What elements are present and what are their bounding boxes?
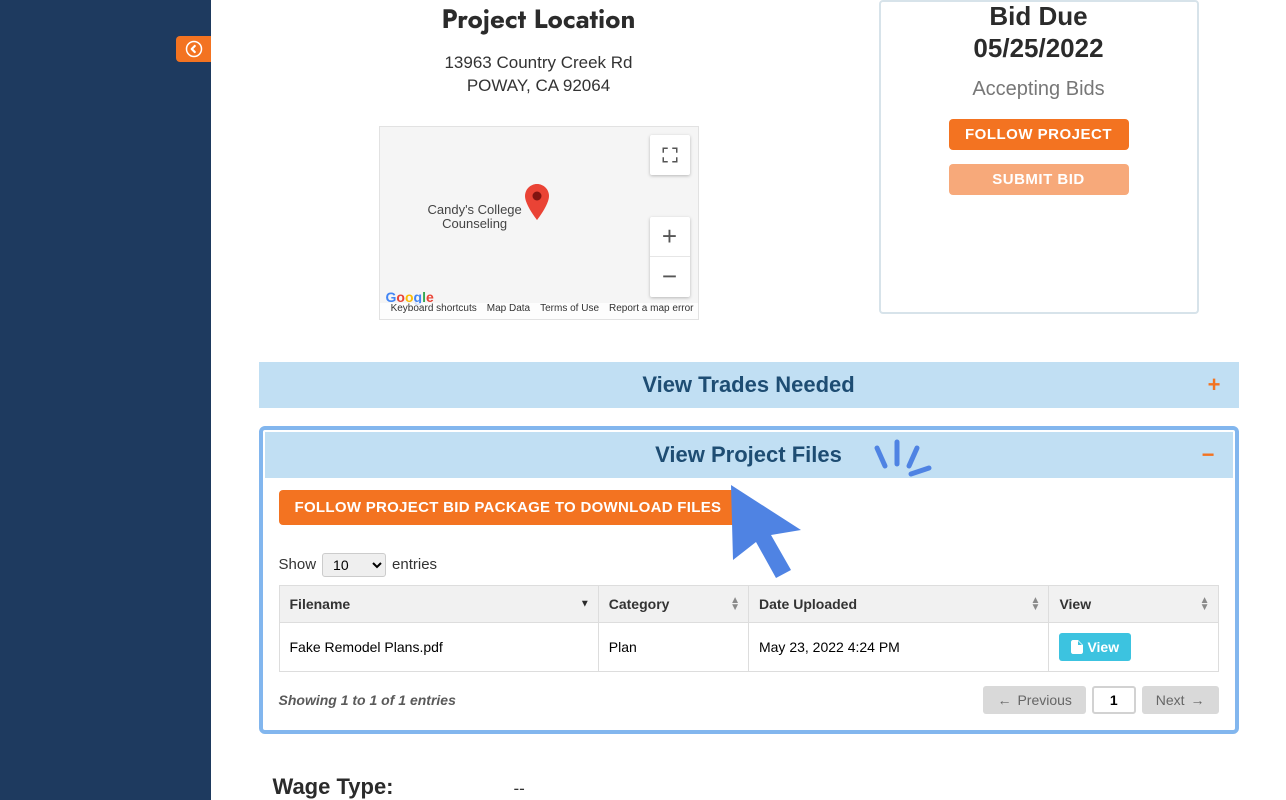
map-report-link[interactable]: Report a map error xyxy=(609,303,693,319)
col-date-uploaded[interactable]: Date Uploaded ▲▼ xyxy=(748,585,1048,622)
project-files-table: Filename ▼ Category ▲▼ Date Uploaded ▲▼ xyxy=(279,585,1219,672)
project-location-heading: Project Location xyxy=(259,0,819,38)
fullscreen-icon xyxy=(661,146,679,164)
view-trades-needed-label: View Trades Needed xyxy=(642,372,854,398)
pagination: ← Previous 1 Next → xyxy=(983,686,1218,714)
sort-icon: ▲▼ xyxy=(1031,597,1041,611)
bid-status: Accepting Bids xyxy=(901,78,1177,101)
minus-icon: − xyxy=(1202,442,1215,468)
cell-category: Plan xyxy=(598,622,748,671)
view-project-files-header[interactable]: View Project Files − xyxy=(265,432,1233,478)
pager-page-number: 1 xyxy=(1092,686,1136,714)
bid-card: Bid Due 05/25/2022 Accepting Bids FOLLOW… xyxy=(879,0,1199,314)
page-size-select[interactable]: 10 xyxy=(322,553,386,577)
col-category[interactable]: Category ▲▼ xyxy=(598,585,748,622)
table-row: Fake Remodel Plans.pdf Plan May 23, 2022… xyxy=(279,622,1218,671)
col-view[interactable]: View ▲▼ xyxy=(1049,585,1218,622)
view-trades-needed-header[interactable]: View Trades Needed + xyxy=(259,362,1239,408)
main-content: Project Location 13963 Country Creek Rd … xyxy=(211,0,1286,800)
map-terms-link[interactable]: Terms of Use xyxy=(540,303,599,319)
map-attribution: Keyboard shortcuts Map Data Terms of Use… xyxy=(380,303,698,319)
cell-uploaded: May 23, 2022 4:24 PM xyxy=(748,622,1048,671)
location-map[interactable]: Candy's College Counseling + − Google Ke… xyxy=(379,126,699,320)
arrow-right-icon: → xyxy=(1191,692,1205,708)
map-data-link[interactable]: Map Data xyxy=(487,303,530,319)
bid-due-heading: Bid Due xyxy=(901,2,1177,31)
col-filename[interactable]: Filename ▼ xyxy=(279,585,598,622)
sort-icon: ▲▼ xyxy=(1200,597,1210,611)
sidebar-collapse-button[interactable] xyxy=(176,36,212,62)
file-icon xyxy=(1071,640,1083,654)
map-zoom-controls: + − xyxy=(650,217,690,297)
cell-filename: Fake Remodel Plans.pdf xyxy=(279,622,598,671)
plus-icon: + xyxy=(1208,372,1221,398)
wage-type-value: -- xyxy=(514,779,525,799)
cell-view: View xyxy=(1049,622,1218,671)
sidebar xyxy=(0,0,211,800)
project-location-section: Project Location 13963 Country Creek Rd … xyxy=(259,0,819,320)
arrow-left-icon: ← xyxy=(997,692,1011,708)
view-file-button[interactable]: View xyxy=(1059,633,1131,661)
map-zoom-out-button[interactable]: − xyxy=(650,257,690,297)
map-poi-label: Candy's College Counseling xyxy=(428,203,522,232)
view-project-files-label: View Project Files xyxy=(655,442,842,468)
table-info: Showing 1 to 1 of 1 entries xyxy=(279,692,456,708)
pager-next-button[interactable]: Next → xyxy=(1142,686,1219,714)
map-pin-icon xyxy=(525,182,549,222)
wage-type-label: Wage Type: xyxy=(273,774,394,800)
submit-bid-button[interactable]: SUBMIT BID xyxy=(949,164,1129,195)
pager-prev-button[interactable]: ← Previous xyxy=(983,686,1085,714)
address-line-1: 13963 Country Creek Rd xyxy=(259,52,819,75)
sort-icon: ▲▼ xyxy=(730,597,740,611)
view-project-files-section: View Project Files − FOLLOW PROJECT BID … xyxy=(259,426,1239,734)
arrow-left-icon xyxy=(185,40,203,58)
follow-project-button[interactable]: FOLLOW PROJECT xyxy=(949,119,1129,150)
address-line-2: POWAY, CA 92064 xyxy=(259,75,819,98)
sort-desc-icon: ▼ xyxy=(580,600,590,607)
map-zoom-in-button[interactable]: + xyxy=(650,217,690,257)
map-fullscreen-button[interactable] xyxy=(650,135,690,175)
show-label: Show xyxy=(279,556,317,573)
map-shortcuts-link[interactable]: Keyboard shortcuts xyxy=(391,303,477,319)
bid-due-date: 05/25/2022 xyxy=(901,33,1177,64)
wage-type-row: Wage Type: -- xyxy=(259,774,1239,800)
entries-label: entries xyxy=(392,556,437,573)
follow-bid-package-button[interactable]: FOLLOW PROJECT BID PACKAGE TO DOWNLOAD F… xyxy=(279,490,738,525)
